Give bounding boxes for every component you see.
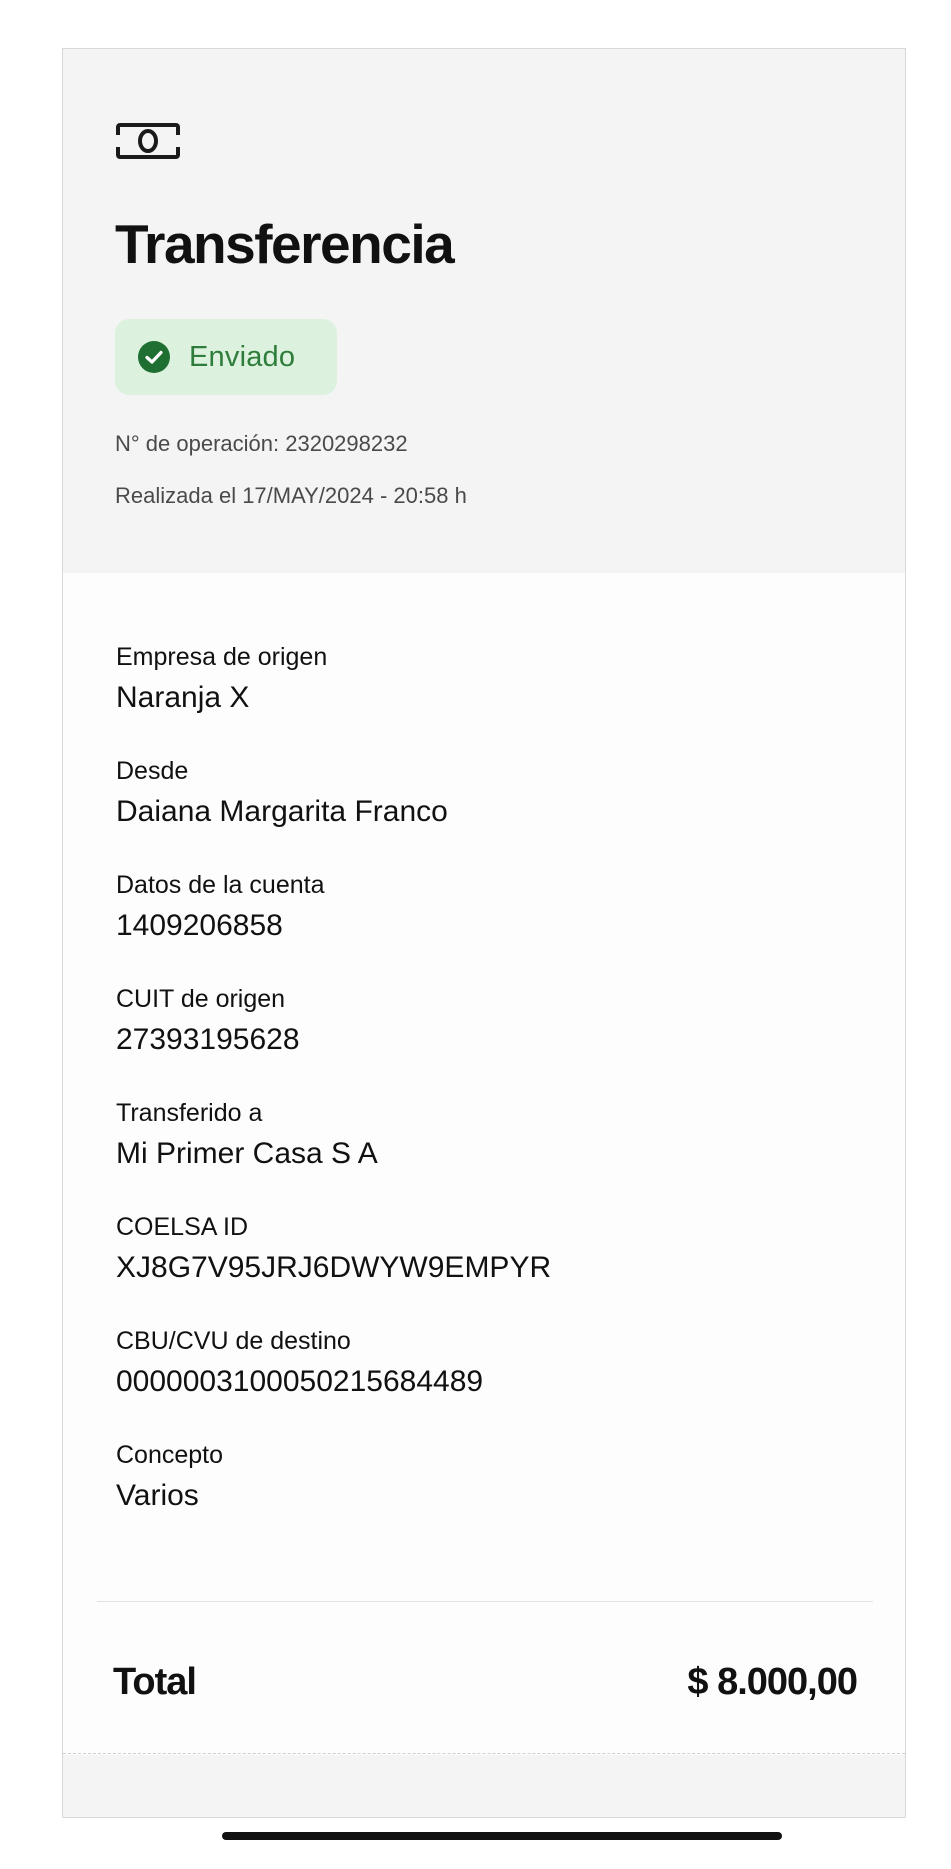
origin-company-label: Empresa de origen bbox=[116, 643, 328, 671]
concept-label: Concepto bbox=[116, 1441, 224, 1469]
receipt-header: Transferencia Enviado N° de operación: 2… bbox=[63, 49, 905, 573]
recipient-label: Transferido a bbox=[116, 1099, 263, 1127]
total-label: Total bbox=[113, 1661, 197, 1703]
destination-cbu-label: CBU/CVU de destino bbox=[116, 1327, 351, 1355]
status-badge: Enviado bbox=[115, 319, 337, 395]
destination-cbu-value: 0000003100050215684489 bbox=[116, 1365, 484, 1398]
concept-value: Varios bbox=[116, 1479, 199, 1512]
account-data-value: 1409206858 bbox=[116, 909, 283, 942]
banknote-icon bbox=[115, 123, 181, 159]
transfer-receipt: Transferencia Enviado N° de operación: 2… bbox=[62, 48, 906, 1818]
sender-label: Desde bbox=[116, 757, 189, 785]
origin-company-value: Naranja X bbox=[116, 681, 250, 714]
receipt-footer bbox=[63, 1755, 905, 1817]
tear-line-divider bbox=[63, 1753, 905, 1754]
operation-number: N° de operación: 2320298232 bbox=[115, 431, 408, 456]
check-circle-icon bbox=[138, 341, 170, 373]
coelsa-id-value: XJ8G7V95JRJ6DWYW9EMPYR bbox=[116, 1251, 552, 1284]
home-indicator[interactable] bbox=[222, 1832, 782, 1840]
status-label: Enviado bbox=[189, 340, 296, 373]
recipient-value: Mi Primer Casa S A bbox=[116, 1137, 378, 1170]
account-data-label: Datos de la cuenta bbox=[116, 871, 325, 899]
page-title: Transferencia bbox=[115, 213, 455, 275]
operation-date: Realizada el 17/MAY/2024 - 20:58 h bbox=[115, 483, 467, 508]
origin-cuit-value: 27393195628 bbox=[116, 1023, 300, 1056]
total-amount: $ 8.000,00 bbox=[687, 1661, 858, 1703]
origin-cuit-label: CUIT de origen bbox=[116, 985, 286, 1013]
coelsa-id-label: COELSA ID bbox=[116, 1213, 248, 1241]
divider bbox=[97, 1601, 873, 1602]
sender-value: Daiana Margarita Franco bbox=[116, 795, 448, 828]
